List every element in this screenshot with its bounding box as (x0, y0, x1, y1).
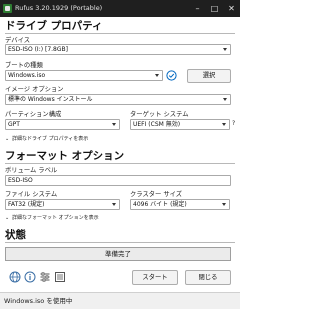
chevron-down-icon (223, 48, 227, 51)
target-system-dropdown[interactable]: UEFI (CSM 無効) (130, 119, 230, 130)
close-window-button[interactable]: ✕ (223, 0, 240, 17)
start-button[interactable]: スタート (132, 270, 178, 285)
cluster-size-value: 4096 バイト (規定) (133, 201, 187, 208)
advanced-drive-toggle[interactable]: ⌄ 詳細なドライブ プロパティを表示 (5, 135, 88, 142)
file-system-dropdown[interactable]: FAT32 (規定) (5, 199, 120, 210)
cluster-size-dropdown[interactable]: 4096 バイト (規定) (130, 199, 230, 210)
status-bar-text: Windows.iso を使用中 (4, 297, 73, 305)
status-bar: Windows.iso を使用中 (0, 292, 240, 309)
chevron-down-icon (155, 74, 159, 77)
chevron-down-icon: ⌄ (5, 136, 10, 142)
boot-type-label: ブートの種類 (5, 62, 43, 69)
partition-dropdown[interactable]: GPT (5, 119, 120, 130)
device-value: ESD-ISO (I:) [7.8GB] (8, 46, 68, 53)
partition-value: GPT (8, 121, 20, 128)
status-heading: 状態 (5, 229, 26, 241)
maximize-button[interactable]: □ (206, 0, 223, 17)
check-circle-icon[interactable] (166, 70, 177, 81)
select-button[interactable]: 選択 (187, 69, 231, 83)
progress-status-text: 準備完了 (105, 250, 131, 258)
status-divider (5, 242, 235, 243)
rufus-app-icon (3, 4, 12, 13)
format-options-heading: フォーマット オプション (5, 150, 125, 162)
device-label: デバイス (5, 37, 30, 44)
settings-sliders-icon[interactable] (39, 271, 51, 283)
device-dropdown[interactable]: ESD-ISO (I:) [7.8GB] (5, 44, 231, 55)
drive-properties-heading: ドライブ プロパティ (5, 20, 103, 32)
language-globe-icon[interactable] (9, 271, 21, 283)
target-system-value: UEFI (CSM 無効) (133, 121, 181, 128)
format-options-divider (5, 163, 235, 164)
progress-bar: 準備完了 (5, 247, 231, 261)
chevron-down-icon (223, 98, 227, 101)
close-button[interactable]: 閉じる (185, 270, 231, 285)
help-icon[interactable]: ? (232, 120, 235, 127)
info-icon[interactable] (24, 271, 36, 283)
chevron-down-icon (112, 203, 116, 206)
file-system-value: FAT32 (規定) (8, 201, 45, 208)
volume-label-input[interactable]: ESD-ISO (5, 175, 231, 186)
target-system-label: ターゲット システム (130, 111, 189, 118)
drive-properties-divider (5, 33, 235, 34)
chevron-down-icon: ⌄ (5, 215, 10, 221)
window-title: Rufus 3.20.1929 (Portable) (15, 4, 103, 12)
partition-label: パーティション構成 (5, 111, 62, 118)
volume-label-value: ESD-ISO (8, 177, 33, 184)
file-system-label: ファイル システム (5, 191, 58, 198)
advanced-format-toggle[interactable]: ⌄ 詳細なフォーマット オプションを表示 (5, 214, 99, 221)
minimize-button[interactable]: – (189, 0, 206, 17)
image-option-label: イメージ オプション (5, 86, 64, 93)
cluster-size-label: クラスター サイズ (130, 191, 183, 198)
advanced-format-toggle-label: 詳細なフォーマット オプションを表示 (12, 215, 99, 221)
chevron-down-icon (222, 123, 226, 126)
boot-type-value: Windows.iso (8, 72, 46, 79)
image-option-dropdown[interactable]: 標準の Windows インストール (5, 94, 231, 105)
log-list-icon[interactable] (54, 271, 66, 283)
chevron-down-icon (112, 123, 116, 126)
volume-label-label: ボリューム ラベル (5, 167, 58, 174)
chevron-down-icon (222, 203, 226, 206)
title-bar: Rufus 3.20.1929 (Portable) – □ ✕ (0, 0, 240, 17)
boot-type-dropdown[interactable]: Windows.iso (5, 70, 163, 81)
advanced-drive-toggle-label: 詳細なドライブ プロパティを表示 (12, 136, 89, 142)
image-option-value: 標準の Windows インストール (8, 96, 93, 103)
